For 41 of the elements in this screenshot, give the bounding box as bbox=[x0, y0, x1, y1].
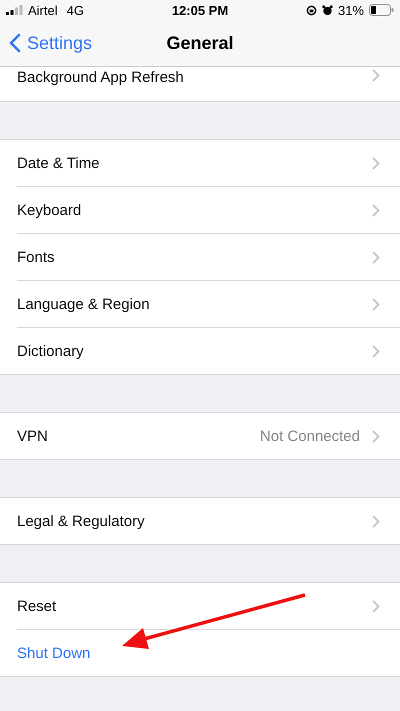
chevron-right-icon bbox=[372, 600, 380, 612]
network-type: 4G bbox=[66, 2, 84, 18]
row-label: Shut Down bbox=[17, 644, 92, 662]
signal-icon bbox=[6, 5, 23, 15]
row-label: Background App Refresh bbox=[17, 69, 185, 86]
row-label: Dictionary bbox=[17, 342, 85, 360]
row-label: Keyboard bbox=[17, 202, 82, 218]
settings-row[interactable]: Legal & Regulatory bbox=[17, 498, 400, 544]
settings-row[interactable]: Background App Refresh bbox=[17, 67, 400, 101]
settings-row[interactable]: Language & Region bbox=[17, 281, 400, 328]
row-label: VPN bbox=[17, 428, 49, 444]
alarm-icon bbox=[322, 4, 333, 16]
row-label: Reset bbox=[17, 598, 58, 614]
settings-row[interactable]: Date & Time bbox=[17, 140, 400, 187]
settings-row[interactable]: Dictionary bbox=[17, 328, 400, 374]
orientation-lock-icon bbox=[306, 4, 317, 16]
settings-row[interactable]: Reset bbox=[17, 583, 400, 630]
row-label: Language & Region bbox=[17, 296, 151, 312]
carrier-name: Airtel bbox=[28, 2, 58, 18]
chevron-right-icon bbox=[372, 156, 380, 170]
row-label: Fonts bbox=[17, 248, 56, 266]
battery-percent: 31% bbox=[338, 2, 364, 18]
chevron-right-icon bbox=[372, 69, 380, 82]
chevron-right-icon bbox=[372, 514, 380, 528]
chevron-right-icon bbox=[372, 298, 380, 310]
chevron-right-icon bbox=[372, 430, 380, 442]
chevron-right-icon bbox=[372, 344, 380, 358]
chevron-right-icon bbox=[372, 250, 380, 264]
row-label: Legal & Regulatory bbox=[17, 512, 146, 530]
settings-row[interactable]: Fonts bbox=[17, 234, 400, 281]
battery-icon bbox=[369, 4, 394, 16]
row-value: Not Connected bbox=[260, 428, 360, 444]
back-button[interactable]: Settings bbox=[0, 32, 92, 54]
chevron-left-icon bbox=[9, 33, 21, 53]
row-label: Date & Time bbox=[17, 154, 101, 172]
settings-row[interactable]: Keyboard bbox=[17, 187, 400, 234]
settings-row[interactable]: Shut Down bbox=[17, 630, 400, 676]
chevron-right-icon bbox=[372, 204, 380, 216]
clock: 12:05 PM bbox=[172, 2, 228, 18]
settings-row[interactable]: VPN Not Connected bbox=[17, 413, 400, 459]
page-title: General bbox=[166, 32, 234, 54]
